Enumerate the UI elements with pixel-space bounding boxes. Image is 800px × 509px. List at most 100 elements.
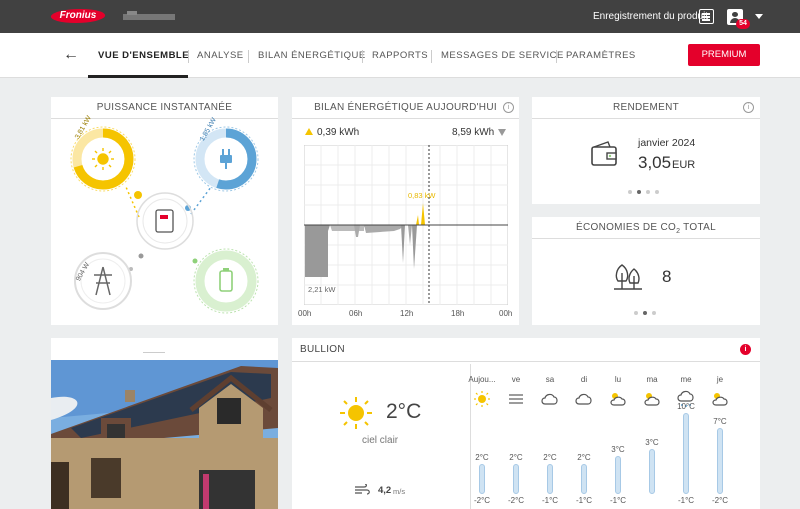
card-title: ÉCONOMIES DE CO2 TOTAL — [532, 217, 760, 239]
tab-energy-balance[interactable]: BILAN ÉNERGÉTIQUE — [258, 50, 366, 61]
co2-savings-card[interactable]: ÉCONOMIES DE CO2 TOTAL 8 — [532, 217, 760, 325]
info-icon[interactable]: i — [740, 344, 751, 355]
premium-button[interactable]: PREMIUM — [688, 44, 760, 66]
carousel-dots[interactable] — [628, 190, 659, 194]
temperature-range-bar — [649, 449, 655, 494]
back-arrow-icon[interactable]: ← — [63, 46, 79, 64]
trees-icon — [614, 264, 642, 290]
forecast-min-temp: -1°C — [609, 496, 627, 505]
sun-icon — [474, 391, 490, 407]
energy-chart — [304, 145, 508, 305]
x-tick: 00h — [499, 309, 513, 318]
tab-separator — [556, 50, 557, 63]
peak-label: 0,83 kW — [408, 191, 436, 200]
divider — [470, 364, 471, 509]
tab-overview[interactable]: VUE D'ENSEMBLE — [98, 50, 189, 61]
wallet-icon — [591, 141, 617, 166]
tab-separator — [431, 50, 432, 63]
forecast-max-temp: 2°C — [509, 452, 523, 462]
energy-balance-card[interactable]: BILAN ÉNERGÉTIQUE AUJOURD'HUI i 0,39 kWh… — [292, 97, 519, 325]
wind-icon — [355, 484, 370, 495]
temperature-range-bar — [479, 463, 485, 494]
temperature-range-bar — [615, 456, 621, 494]
x-tick: 06h — [349, 309, 363, 318]
current-condition: ciel clair — [362, 435, 399, 446]
card-title: RENDEMENT — [532, 97, 760, 119]
wind-unit: m/s — [393, 487, 406, 496]
card-title: BILAN ÉNERGÉTIQUE AUJOURD'HUI — [292, 97, 519, 119]
sun-cloud-icon — [712, 393, 728, 406]
forecast-min-temp: -1°C — [575, 496, 593, 505]
info-icon[interactable]: i — [743, 102, 754, 113]
temperature-range-bar — [683, 413, 689, 494]
product-registration-link[interactable]: Enregistrement du produit — [593, 11, 708, 22]
sun-cloud-icon — [610, 393, 626, 406]
weather-location: BULLION — [300, 344, 345, 355]
sun-icon — [92, 148, 114, 170]
temperature-range-bar — [547, 463, 553, 494]
weather-header — [292, 338, 760, 362]
registration-icon[interactable] — [699, 9, 714, 24]
forecast-max-temp: 3°C — [611, 445, 625, 455]
yield-card[interactable]: RENDEMENT i janvier 2024 3,05 EUR — [532, 97, 760, 204]
tab-separator — [188, 50, 189, 63]
forecast-max-temp: 2°C — [543, 452, 557, 462]
min-label: 2,21 kW — [308, 285, 336, 294]
system-photo-card[interactable] — [51, 338, 278, 509]
tab-service-messages[interactable]: MESSAGES DE SERVICE — [441, 50, 564, 61]
forecast-day-label: lu — [614, 375, 622, 384]
forecast-day-label: sa — [545, 375, 555, 384]
notification-badge: 54 — [736, 19, 750, 29]
logo-text: Fronius — [59, 10, 97, 21]
forecast-min-temp: -2°C — [473, 496, 491, 505]
forecast-day-label: Aujou... — [468, 375, 496, 384]
carousel-dots[interactable] — [634, 311, 656, 315]
co2-value: 8 — [662, 267, 672, 286]
x-tick: 18h — [451, 309, 465, 318]
co2-title-suffix: TOTAL — [680, 222, 716, 233]
wind-value: 4,2 — [378, 485, 392, 496]
fronius-logo[interactable]: Fronius — [48, 9, 108, 23]
forecast-min-temp: -2°C — [507, 496, 525, 505]
temperature-range-bar — [581, 463, 587, 494]
sun-icon — [340, 397, 372, 429]
x-tick: 00h — [298, 309, 312, 318]
power-flow-card[interactable]: PUISSANCE INSTANTANÉE 3,81 kW 1,85 kW 90… — [51, 97, 278, 325]
co2-title: ÉCONOMIES DE CO — [576, 222, 677, 233]
forecast-max-temp: 3°C — [645, 438, 659, 448]
top-bar: Fronius Enregistrement du produit 54 — [0, 0, 800, 33]
forecast-day-label: di — [580, 375, 588, 384]
current-temp: 2°C — [386, 400, 422, 423]
tab-separator — [248, 50, 249, 63]
fog-icon — [509, 394, 523, 404]
power-flow-diagram — [70, 126, 259, 314]
tab-separator — [362, 50, 363, 63]
weather-card[interactable]: BULLION i 2°C ciel clair 4,2 m/s Aujou..… — [292, 338, 760, 509]
system-thumbnail[interactable] — [123, 11, 175, 21]
forecast-min-temp: -1°C — [541, 496, 559, 505]
x-tick: 12h — [400, 309, 414, 318]
yield-period: janvier 2024 — [638, 137, 696, 149]
forecast-max-temp: 7°C — [713, 416, 727, 426]
forecast-day-label: je — [716, 375, 724, 384]
forecast-min-temp: -2°C — [711, 496, 729, 505]
chevron-down-icon[interactable] — [755, 14, 763, 19]
produced-value: 0,39 kWh — [317, 127, 360, 138]
house-photo — [51, 338, 278, 509]
temperature-range-bar — [717, 427, 723, 494]
info-icon[interactable]: i — [503, 102, 514, 113]
forecast-max-temp: 10°C — [677, 402, 695, 412]
plug-icon — [220, 149, 232, 169]
temperature-range-bar — [513, 463, 519, 494]
triangle-down-icon — [498, 129, 506, 136]
active-tab-indicator — [88, 75, 188, 78]
yield-unit: EUR — [672, 159, 696, 171]
tab-reports[interactable]: RAPPORTS — [372, 50, 428, 61]
tab-settings[interactable]: PARAMÈTRES — [566, 50, 636, 61]
forecast-day-label: me — [680, 375, 692, 384]
cloud-icon — [575, 393, 592, 405]
cloud-icon — [541, 393, 558, 405]
tab-analysis[interactable]: ANALYSE — [197, 50, 244, 61]
triangle-up-icon — [305, 128, 313, 135]
sun-cloud-icon — [644, 393, 660, 406]
